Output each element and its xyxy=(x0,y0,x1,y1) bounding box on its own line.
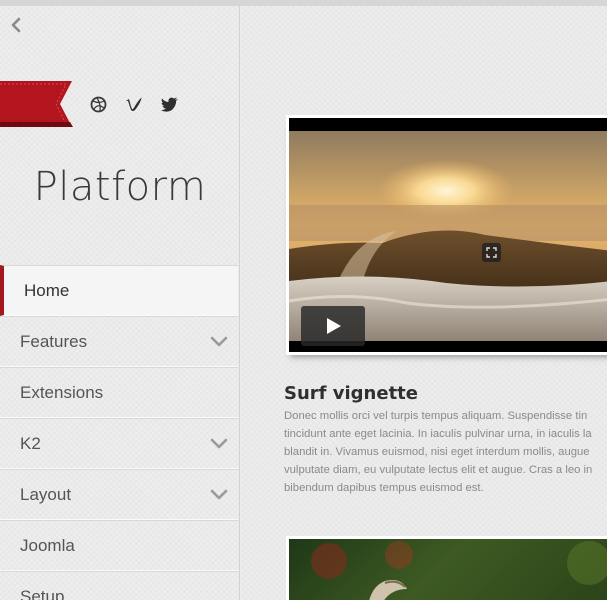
back-button[interactable] xyxy=(8,16,24,34)
nav-item-label: Joomla xyxy=(20,535,75,555)
nav-item-features[interactable]: Features xyxy=(0,316,238,367)
nav-item-label: Features xyxy=(20,331,88,351)
fullscreen-button[interactable] xyxy=(482,243,501,262)
nav-item-joomla[interactable]: Joomla xyxy=(0,520,238,571)
brand-title: Platform xyxy=(33,164,207,210)
nav-item-layout[interactable]: Layout xyxy=(0,469,238,520)
ribbon-decoration xyxy=(0,81,73,127)
chevron-down-icon xyxy=(210,489,228,500)
video-frame xyxy=(289,118,607,352)
post-image-2[interactable] xyxy=(286,536,607,600)
nav-item-label: Layout xyxy=(20,484,72,504)
post-excerpt: Donec mollis orci vel turpis tempus aliq… xyxy=(284,410,593,494)
play-button[interactable] xyxy=(301,306,365,346)
nav-item-extensions[interactable]: Extensions xyxy=(0,367,238,418)
twitter-link[interactable] xyxy=(160,94,180,114)
dribbble-icon xyxy=(90,96,106,112)
dribbble-link[interactable] xyxy=(88,94,108,114)
post-image-2-frame xyxy=(289,539,607,600)
nav-item-k2[interactable]: K2 xyxy=(0,418,238,469)
nav-item-label: K2 xyxy=(20,433,41,453)
sidebar: Platform Home Features Extensions K2 Lay… xyxy=(0,6,240,600)
chevron-down-icon xyxy=(210,336,228,347)
vimeo-icon xyxy=(126,97,142,111)
chevron-left-icon xyxy=(11,17,21,33)
main-nav: Home Features Extensions K2 Layout Jooml… xyxy=(0,265,238,600)
twitter-icon xyxy=(161,97,178,112)
post-image-2-thumbnail xyxy=(311,541,607,600)
expand-icon xyxy=(486,247,497,258)
main-content: Surf vignette Donec mollis orci vel turp… xyxy=(241,6,607,600)
nav-item-label: Home xyxy=(24,280,70,300)
chevron-down-icon xyxy=(210,438,228,449)
nav-item-label: Setup xyxy=(20,586,65,600)
nav-item-home[interactable]: Home xyxy=(0,265,238,316)
nav-item-label: Extensions xyxy=(20,382,104,402)
nav-item-setup[interactable]: Setup xyxy=(0,571,238,600)
post-title[interactable]: Surf vignette xyxy=(284,383,418,404)
play-icon xyxy=(327,318,341,334)
vimeo-link[interactable] xyxy=(124,94,144,114)
video-player[interactable] xyxy=(286,115,607,355)
